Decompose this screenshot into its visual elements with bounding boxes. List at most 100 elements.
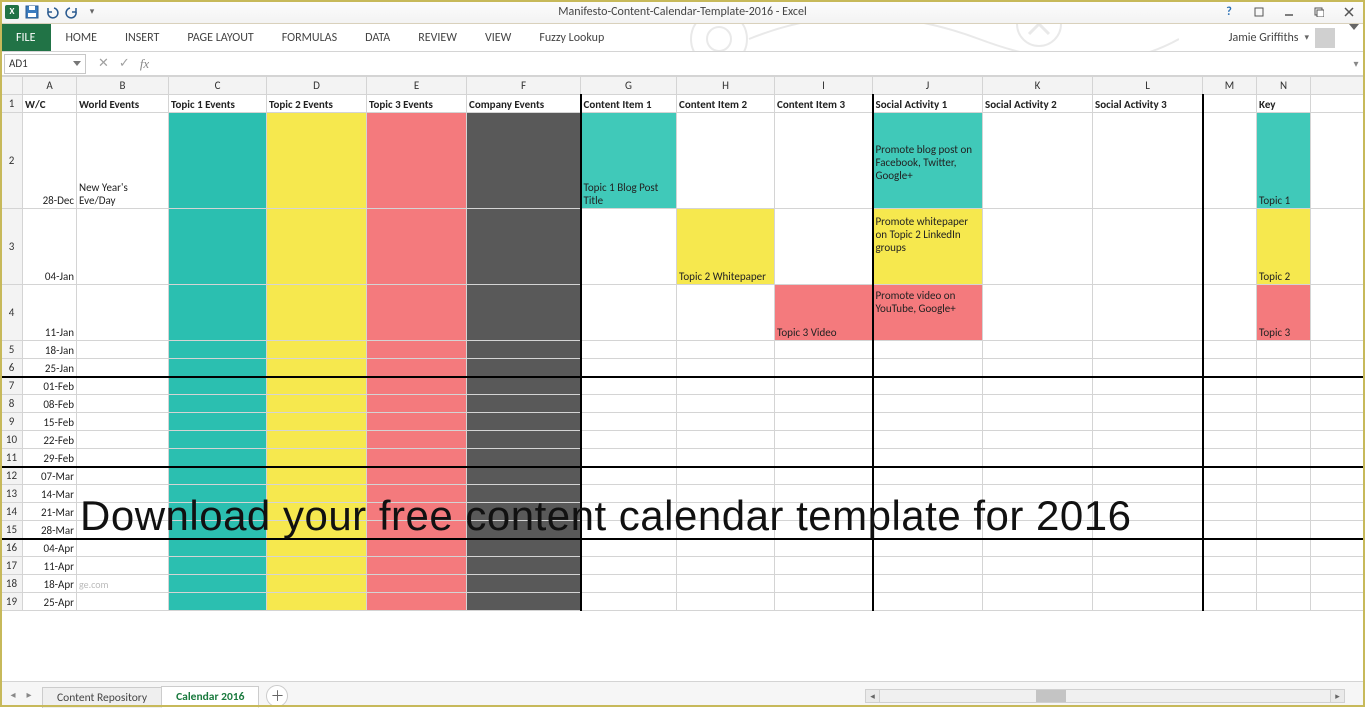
col-header[interactable]: N — [1257, 77, 1311, 95]
col-header[interactable]: C — [169, 77, 267, 95]
cell[interactable] — [467, 285, 581, 341]
cell[interactable]: World Events — [77, 95, 169, 113]
cell[interactable]: Key — [1257, 95, 1311, 113]
cell[interactable] — [1093, 209, 1203, 285]
accept-formula-icon[interactable]: ✓ — [119, 56, 130, 71]
minimize-icon[interactable] — [1277, 3, 1301, 21]
cell[interactable]: Social Activity 1 — [873, 95, 983, 113]
col-header[interactable]: A — [23, 77, 77, 95]
col-header[interactable]: K — [983, 77, 1093, 95]
cell[interactable] — [1203, 285, 1257, 341]
cell[interactable] — [983, 285, 1093, 341]
cell[interactable] — [1311, 113, 1365, 209]
row-header[interactable]: 2 — [1, 113, 23, 209]
user-avatar[interactable] — [1315, 28, 1335, 48]
cell[interactable]: 11-Jan — [23, 285, 77, 341]
col-header[interactable]: L — [1093, 77, 1203, 95]
cell[interactable] — [77, 209, 169, 285]
cell[interactable]: Content Item 3 — [775, 95, 873, 113]
collapse-ribbon-icon[interactable] — [1349, 24, 1359, 34]
cell[interactable] — [367, 209, 467, 285]
maximize-icon[interactable] — [1307, 3, 1331, 21]
cell[interactable]: Topic 1 Blog Post Title — [581, 113, 677, 209]
col-header[interactable]: D — [267, 77, 367, 95]
cell[interactable]: Promote whitepaper on Topic 2 LinkedIn g… — [873, 209, 983, 285]
cell[interactable] — [775, 113, 873, 209]
cell[interactable] — [983, 209, 1093, 285]
add-sheet-button[interactable]: ＋ — [266, 685, 288, 707]
cell[interactable]: Content Item 1 — [581, 95, 677, 113]
cell[interactable] — [677, 285, 775, 341]
sheet-tab-content-repository[interactable]: Content Repository — [42, 687, 162, 708]
cell[interactable]: 28-Dec — [23, 113, 77, 209]
scroll-left-icon[interactable]: ◂ — [866, 690, 880, 702]
expand-formula-bar-icon[interactable]: ▾ — [1347, 57, 1365, 70]
cell[interactable] — [267, 285, 367, 341]
col-header[interactable]: J — [873, 77, 983, 95]
cell[interactable] — [1093, 285, 1203, 341]
col-header[interactable]: G — [581, 77, 677, 95]
cell[interactable]: Promote video on YouTube, Google+ — [873, 285, 983, 341]
horizontal-scrollbar[interactable]: ◂ ▸ — [865, 689, 1345, 703]
cell[interactable] — [169, 285, 267, 341]
tab-data[interactable]: DATA — [351, 24, 404, 51]
qat-customize-icon[interactable]: ▾ — [84, 4, 100, 20]
sheet-nav-first-icon[interactable]: ◂ — [6, 688, 20, 701]
cell[interactable] — [467, 209, 581, 285]
cell[interactable]: Promote blog post on Facebook, Twitter, … — [873, 113, 983, 209]
sheet-tab-calendar-2016[interactable]: Calendar 2016 — [161, 686, 259, 708]
cell[interactable] — [367, 285, 467, 341]
close-icon[interactable] — [1337, 3, 1361, 21]
cell[interactable] — [1203, 113, 1257, 209]
cell[interactable]: New Year's Eve/Day — [77, 113, 169, 209]
spreadsheet-grid[interactable]: A B C D E F G H I J K L M N 1 W/C World … — [0, 76, 1365, 681]
cell[interactable] — [775, 209, 873, 285]
cell[interactable] — [169, 113, 267, 209]
cell[interactable]: Company Events — [467, 95, 581, 113]
cell[interactable] — [1203, 209, 1257, 285]
cell[interactable] — [267, 209, 367, 285]
cell[interactable]: Topic 1 Events — [169, 95, 267, 113]
col-header[interactable]: I — [775, 77, 873, 95]
ribbon-display-options-icon[interactable] — [1247, 3, 1271, 21]
tab-page-layout[interactable]: PAGE LAYOUT — [173, 24, 267, 51]
name-box[interactable]: AD1 — [4, 54, 86, 74]
user-menu-icon[interactable]: ▾ — [1304, 32, 1309, 43]
save-icon[interactable] — [24, 4, 40, 20]
row-header[interactable]: 4 — [1, 285, 23, 341]
undo-icon[interactable] — [44, 4, 60, 20]
scroll-right-icon[interactable]: ▸ — [1330, 690, 1344, 702]
cell[interactable] — [169, 209, 267, 285]
col-header[interactable]: E — [367, 77, 467, 95]
cell[interactable]: Social Activity 3 — [1093, 95, 1203, 113]
cell[interactable] — [1311, 209, 1365, 285]
cell[interactable] — [1311, 95, 1365, 113]
cell[interactable]: W/C — [23, 95, 77, 113]
cell[interactable]: Social Activity 2 — [983, 95, 1093, 113]
cell[interactable] — [267, 113, 367, 209]
cell[interactable] — [677, 113, 775, 209]
tab-fuzzy-lookup[interactable]: Fuzzy Lookup — [525, 24, 618, 51]
cell[interactable]: Content Item 2 — [677, 95, 775, 113]
cell[interactable] — [77, 285, 169, 341]
cell[interactable]: Topic 3 Events — [367, 95, 467, 113]
cell[interactable] — [581, 285, 677, 341]
cell[interactable] — [467, 113, 581, 209]
tab-view[interactable]: VIEW — [471, 24, 525, 51]
cell[interactable] — [983, 113, 1093, 209]
scroll-thumb[interactable] — [1036, 690, 1066, 702]
cancel-formula-icon[interactable]: ✕ — [98, 56, 109, 71]
fx-icon[interactable]: fx — [140, 56, 149, 72]
cell[interactable]: Topic 3 — [1257, 285, 1311, 341]
cell[interactable]: Topic 2 Whitepaper — [677, 209, 775, 285]
tab-formulas[interactable]: FORMULAS — [268, 24, 351, 51]
col-header[interactable]: H — [677, 77, 775, 95]
cell[interactable]: Topic 2 — [1257, 209, 1311, 285]
formula-input[interactable] — [157, 54, 1347, 74]
cell[interactable] — [581, 209, 677, 285]
col-header[interactable]: F — [467, 77, 581, 95]
sheet-nav-last-icon[interactable]: ▸ — [22, 688, 36, 701]
col-header[interactable]: B — [77, 77, 169, 95]
user-name[interactable]: Jamie Griffiths — [1229, 31, 1299, 45]
tab-home[interactable]: HOME — [51, 24, 111, 51]
